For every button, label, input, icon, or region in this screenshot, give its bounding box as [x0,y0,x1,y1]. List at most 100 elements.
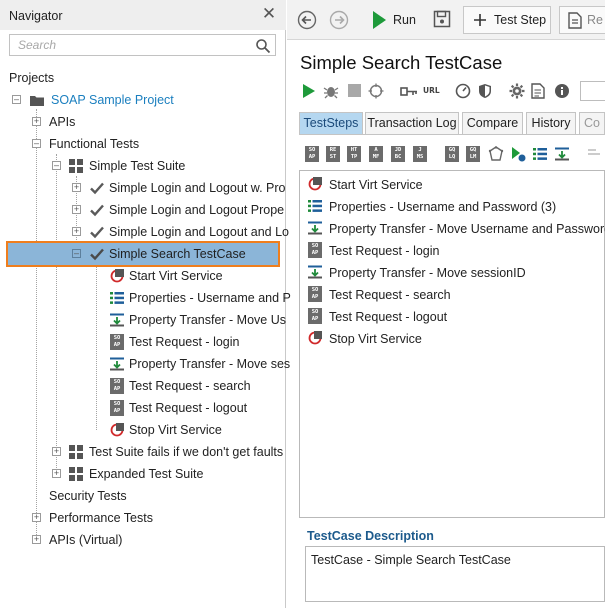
testcase-field[interactable] [580,81,605,101]
list-item[interactable]: Properties - Username and Password (3) [300,195,605,217]
expand-icon[interactable]: + [32,513,41,522]
search-input[interactable] [10,35,250,55]
tree-item-stop-virt-service[interactable]: Stop Virt Service [0,419,286,441]
folder-icon [30,96,44,106]
tree-item-label: Property Transfer - Move ses [129,357,291,371]
navigator-search-box [9,34,276,56]
key-icon[interactable] [400,84,418,100]
tree-item-label: Simple Test Suite [89,159,186,173]
collapse-icon[interactable]: – [32,139,41,148]
stop-icon[interactable] [348,84,361,97]
add-test-step-label: Test Step [494,13,547,27]
expand-icon[interactable]: + [52,447,61,456]
tree-item-properties[interactable]: Properties - Username and P [0,287,291,309]
collapse-icon[interactable]: – [52,161,61,170]
description-textarea[interactable]: TestCase - Simple Search TestCase [305,546,605,602]
expand-icon[interactable]: + [32,535,41,544]
expand-icon[interactable]: + [72,183,81,192]
loop-icon[interactable] [368,83,384,99]
run-button[interactable]: Run [367,6,419,34]
add-rest-step-icon[interactable]: RE ST [326,146,340,162]
tree-item-performance-tests[interactable]: + Performance Tests [0,507,286,529]
tree-item-testcase[interactable]: + Simple Login and Logout and Lo [0,221,289,243]
close-icon[interactable]: ✕ [261,5,277,22]
url-icon[interactable]: URL [423,86,440,95]
tree-item-label: Properties - Username and P [129,291,291,305]
tree-item-test-suite[interactable]: + Test Suite fails if we don't get fault… [0,441,286,463]
more-steps-icon[interactable] [586,146,602,162]
tree-item-label: Security Tests [49,489,127,503]
stop-virt-icon [308,331,322,345]
forward-icon[interactable] [329,10,349,30]
save-icon[interactable] [433,10,451,28]
add-soap-step-icon[interactable]: SO AP [305,146,319,162]
add-http-step-icon[interactable]: HT TP [347,146,361,162]
list-item[interactable]: SO AP Test Request - logout [300,305,605,327]
add-run-testcase-step-icon[interactable] [510,146,526,162]
tree-item-test-request[interactable]: SO AP Test Request - search [0,375,286,397]
tab-compare[interactable]: Compare [462,112,523,134]
list-item[interactable]: SO AP Test Request - search [300,283,605,305]
step-label: Properties - Username and Password (3) [329,200,557,214]
debug-icon[interactable] [323,83,339,99]
add-graphql-mutation-step-icon[interactable]: GQ LM [466,146,480,162]
gauge-icon[interactable] [455,83,471,99]
report-button[interactable]: Re [559,6,605,34]
tree-item-property-transfer[interactable]: Property Transfer - Move Us [0,309,286,331]
add-mqtt-step-icon[interactable] [488,146,504,162]
tree-item-soap-sample-project[interactable]: – SOAP Sample Project [0,89,286,111]
expand-icon[interactable]: + [72,227,81,236]
step-label: Property Transfer - Move Username and Pa… [329,222,605,236]
add-properties-step-icon[interactable] [532,146,548,162]
tree-item-testcase[interactable]: + Simple Login and Logout w. Pro [0,177,286,199]
add-jms-step-icon[interactable]: J MS [413,146,427,162]
expand-icon[interactable]: + [52,469,61,478]
tree-item-start-virt-service[interactable]: Start Virt Service [0,265,286,287]
report-button-label: Re [587,13,603,27]
list-item[interactable]: Start Virt Service [300,173,605,195]
expand-icon[interactable]: + [32,117,41,126]
navigator-panel: Navigator ✕ Projects – SOAP Sample Proje… [0,0,291,608]
checkmark-icon [90,204,104,217]
tree-item-test-request[interactable]: SO AP Test Request - logout [0,397,286,419]
tab-teststeps[interactable]: TestSteps [299,112,363,134]
plus-icon [474,14,486,26]
collapse-icon[interactable]: – [72,249,81,258]
tree-item-apis-virtual[interactable]: + APIs (Virtual) [0,529,286,551]
tree-item-test-suite[interactable]: + Expanded Test Suite [0,463,286,485]
tree-item-label: Simple Login and Logout w. Pro [109,181,286,195]
tree-item-simple-test-suite[interactable]: – Simple Test Suite [0,155,286,177]
list-item[interactable]: Property Transfer - Move sessionID [300,261,605,283]
tree-item-simple-search-testcase[interactable]: – Simple Search TestCase [6,241,280,267]
run-testcase-icon[interactable] [302,83,316,99]
tree-item-apis[interactable]: + APIs [0,111,286,133]
add-test-step-button[interactable]: Test Step [463,6,551,34]
add-jdbc-step-icon[interactable]: JD BC [391,146,405,162]
expand-icon[interactable]: + [72,205,81,214]
back-icon[interactable] [297,10,317,30]
list-item[interactable]: Stop Virt Service [300,327,605,349]
tree-item-property-transfer[interactable]: Property Transfer - Move ses [0,353,290,375]
list-item[interactable]: Property Transfer - Move Username and Pa… [300,217,605,239]
collapse-icon[interactable]: – [12,95,21,104]
add-graphql-query-step-icon[interactable]: GQ LQ [445,146,459,162]
tab-history[interactable]: History [526,112,576,134]
search-icon[interactable] [255,38,271,54]
list-item[interactable]: SO AP Test Request - login [300,239,605,261]
add-amf-step-icon[interactable]: A MF [369,146,383,162]
property-transfer-icon [308,221,322,235]
tree-item-functional-tests[interactable]: – Functional Tests [0,133,286,155]
gear-icon[interactable] [509,83,525,99]
tab-transaction-log[interactable]: Transaction Log [365,112,459,134]
tree-item-testcase[interactable]: + Simple Login and Logout Prope [0,199,286,221]
test-suite-icon [69,467,83,481]
tree-item-security-tests[interactable]: Security Tests [0,485,286,507]
test-steps-list: Start Virt Service Properties - Username… [299,170,605,518]
document-icon[interactable] [530,83,546,99]
info-icon[interactable] [554,83,570,99]
property-transfer-icon [110,313,124,327]
tree-item-test-request[interactable]: SO AP Test Request - login [0,331,286,353]
shield-icon[interactable] [477,83,493,99]
tab-more[interactable]: Co [579,112,605,134]
add-property-transfer-step-icon[interactable] [554,146,570,162]
